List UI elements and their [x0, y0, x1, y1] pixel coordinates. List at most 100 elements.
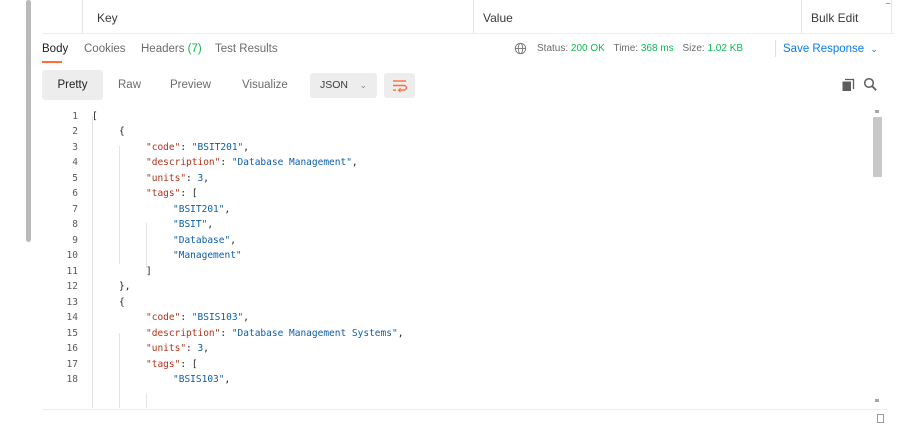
- time-label: Time:: [613, 43, 639, 54]
- code-text: "Database",: [173, 233, 236, 249]
- bulk-edit-button[interactable]: Bulk Edit: [811, 0, 858, 33]
- response-size[interactable]: 1.02 KB: [707, 43, 743, 54]
- code-punctuation: ,: [203, 343, 209, 354]
- resize-handle-icon[interactable]: [877, 414, 884, 423]
- json-key: "code": [146, 141, 181, 153]
- code-text: "code": "BSIS103",: [146, 312, 249, 323]
- value-column-header: Value: [483, 11, 513, 25]
- tab-headers[interactable]: Headers (7): [141, 34, 202, 64]
- code-punctuation: ,: [203, 172, 209, 184]
- code-punctuation: ,: [224, 374, 231, 385]
- params-table-header: Key Value Bulk Edit: [42, 0, 894, 34]
- code-line: 18 "BSIS103",: [42, 372, 862, 388]
- code-text: "tags": [: [146, 358, 198, 370]
- line-number: 5: [72, 172, 78, 184]
- json-key: "tags": [146, 358, 181, 370]
- code-text: "code": "BSIT201",: [146, 141, 249, 153]
- json-value: "BSIS103": [191, 312, 244, 323]
- headers-count-badge: (7): [187, 43, 202, 55]
- code-text: "Management": [173, 248, 242, 264]
- editor-scrollbar-thumb[interactable]: [873, 117, 882, 177]
- indent-guide: [146, 393, 147, 408]
- line-number: 12: [66, 281, 78, 292]
- view-pretty-button[interactable]: Pretty: [42, 70, 103, 100]
- wrap-lines-icon: [393, 80, 407, 93]
- json-value: "Database Management": [231, 157, 352, 168]
- code-punctuation: ,: [224, 203, 231, 215]
- code-text: [: [92, 109, 98, 125]
- code-text: "description": "Database Management Syst…: [146, 327, 404, 339]
- line-number: 14: [66, 312, 78, 323]
- code-punctuation: {: [119, 126, 125, 137]
- scroll-down-arrow-icon[interactable]: [875, 399, 879, 402]
- view-preview-button[interactable]: Preview: [158, 70, 223, 100]
- code-line: 10 "Management": [42, 248, 862, 264]
- save-response-button[interactable]: Save Response ⌄: [783, 34, 878, 64]
- active-tab-indicator: [42, 61, 62, 63]
- code-text: "units": 3,: [146, 172, 209, 184]
- code-punctuation: [: [191, 358, 198, 370]
- json-key: "tags": [146, 188, 181, 199]
- code-line: 11]: [42, 264, 862, 280]
- tab-test-results[interactable]: Test Results: [215, 34, 278, 64]
- code-line: 14 "code": "BSIS103",: [42, 310, 862, 326]
- line-number: 7: [72, 203, 78, 215]
- code-punctuation: [: [191, 188, 198, 199]
- code-text: ]: [146, 264, 152, 280]
- view-visualize-button[interactable]: Visualize: [230, 70, 300, 100]
- code-punctuation: },: [119, 281, 131, 292]
- search-icon[interactable]: [863, 77, 878, 92]
- status-code[interactable]: 200 OK: [571, 43, 605, 54]
- json-value: "Database": [173, 234, 231, 246]
- response-status: Status: 200 OK Time: 368 ms Size: 1.02 K…: [537, 34, 749, 64]
- line-number: 4: [72, 157, 78, 168]
- line-number: 6: [72, 188, 78, 199]
- code-text: "BSIT",: [173, 217, 213, 233]
- response-body-editor[interactable]: 1[2{3 "code": "BSIT201", 4 "description": "…: [42, 108, 888, 408]
- json-value: "BSIS103": [173, 374, 225, 385]
- line-number: 15: [66, 327, 78, 339]
- globe-icon[interactable]: [514, 42, 527, 55]
- code-line: 2{: [42, 124, 862, 140]
- code-line: 12},: [42, 279, 862, 295]
- code-line: 9 "Database",: [42, 233, 862, 249]
- view-raw-button[interactable]: Raw: [106, 70, 153, 100]
- json-value: "BSIT201": [173, 203, 225, 215]
- line-number: 10: [66, 250, 78, 261]
- column-divider: [891, 0, 892, 33]
- code-punctuation: ,: [243, 312, 249, 323]
- json-key: "units": [146, 343, 187, 354]
- column-divider: [801, 0, 802, 33]
- code-punctuation: ,: [230, 234, 236, 246]
- code-text: {: [119, 295, 125, 311]
- json-value: "Management": [173, 250, 242, 261]
- code-text: "BSIT201",: [173, 202, 230, 218]
- tab-body[interactable]: Body: [42, 34, 68, 64]
- copy-icon[interactable]: [841, 78, 855, 92]
- wrap-lines-button[interactable]: [384, 73, 415, 98]
- response-tabs-bar: Body Cookies Headers (7) Test Results St…: [42, 34, 898, 64]
- code-punctuation: ,: [207, 219, 214, 230]
- code-text: },: [119, 279, 130, 295]
- json-key: "description": [146, 157, 221, 168]
- line-number: 18: [66, 374, 78, 385]
- scroll-up-arrow-icon[interactable]: [875, 110, 879, 113]
- json-value: "BSIT": [173, 219, 208, 230]
- code-punctuation: ,: [397, 327, 404, 339]
- code-line: 1[: [42, 109, 862, 125]
- code-line: 13 {: [42, 295, 862, 311]
- format-select[interactable]: JSON ⌄: [310, 73, 377, 98]
- line-number: 8: [72, 219, 78, 230]
- key-column-header: Key: [97, 11, 118, 25]
- response-time[interactable]: 368 ms: [641, 43, 674, 54]
- code-text: "description": "Database Management",: [146, 157, 358, 168]
- code-text: "units": 3,: [146, 343, 209, 354]
- column-divider: [82, 0, 83, 33]
- code-punctuation: ,: [243, 141, 249, 153]
- tab-cookies[interactable]: Cookies: [84, 34, 126, 64]
- line-number: 3: [72, 141, 78, 153]
- window-scrollbar[interactable]: [26, 0, 31, 242]
- json-key: "description": [146, 327, 221, 339]
- code-line: 17 "tags": [: [42, 357, 862, 373]
- chevron-down-icon: ⌄: [870, 44, 878, 54]
